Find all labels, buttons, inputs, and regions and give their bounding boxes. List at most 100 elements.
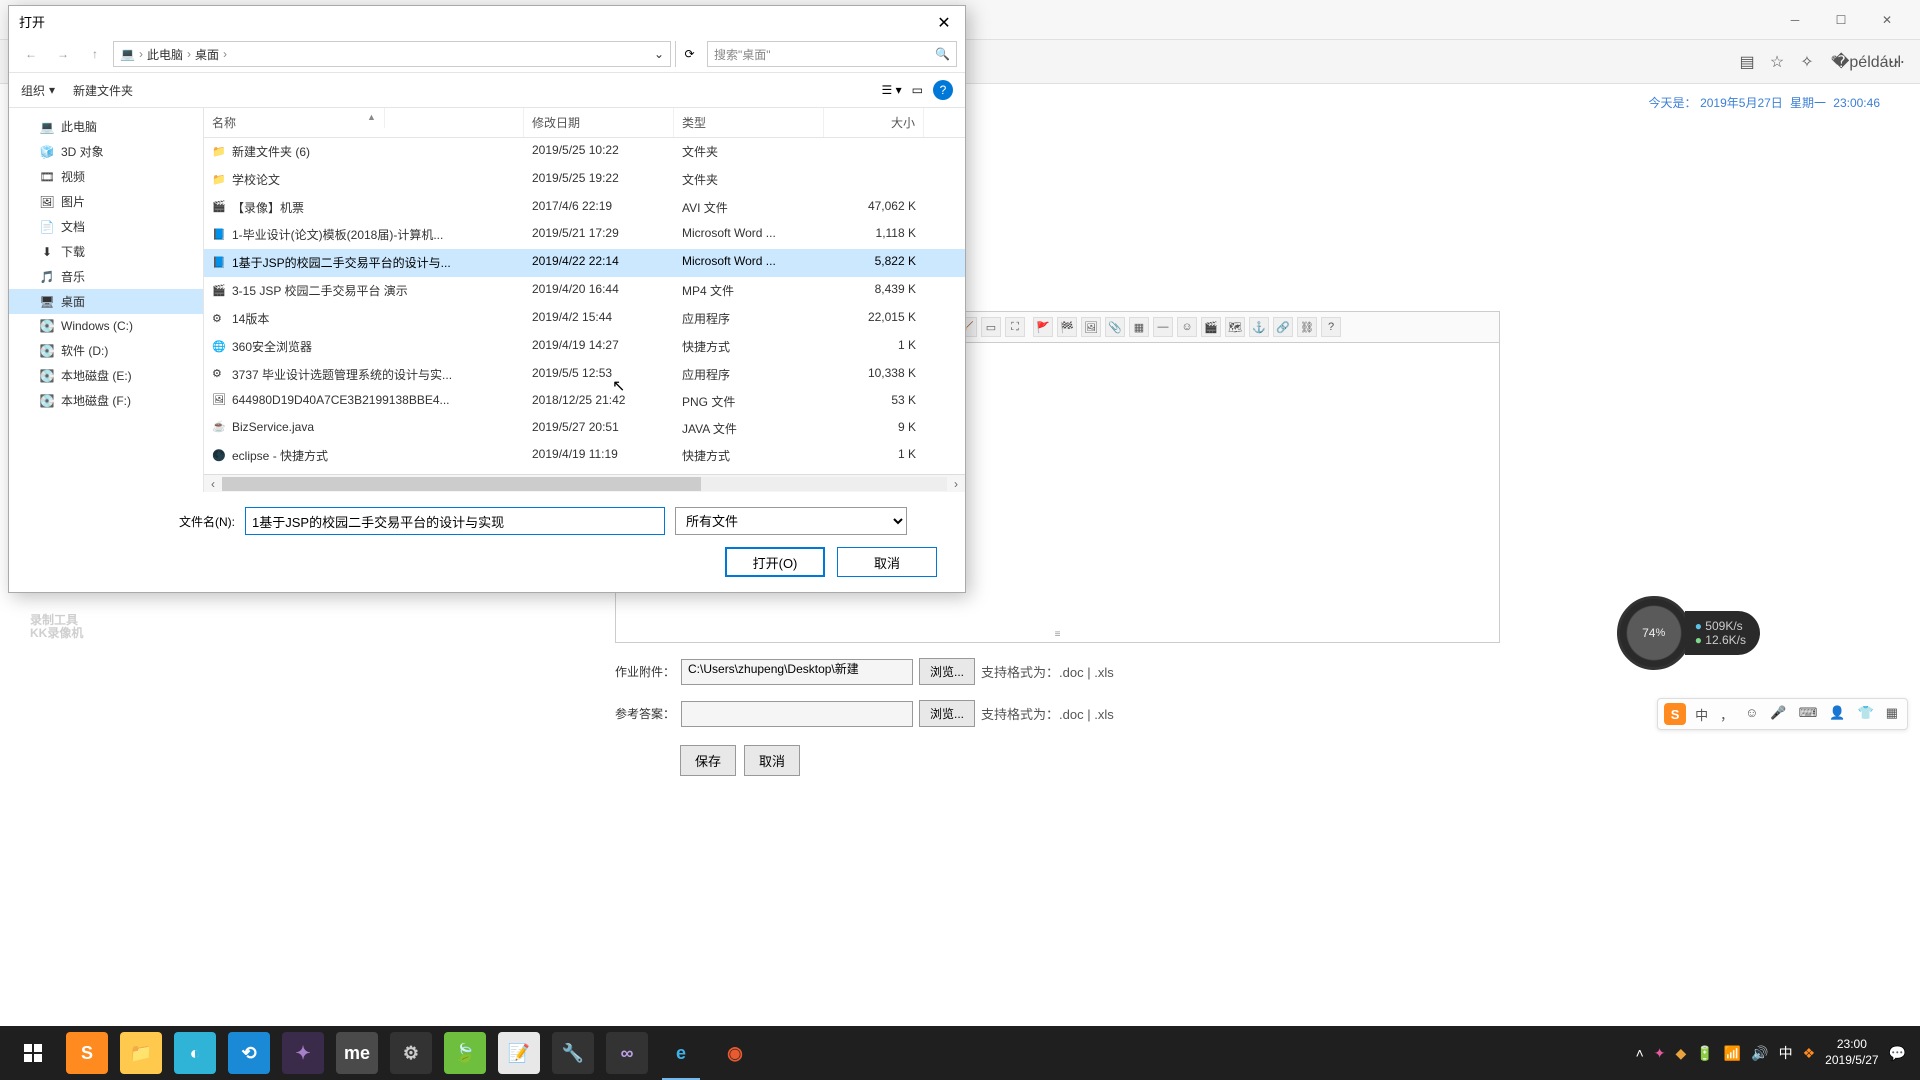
maximize-button[interactable]: ☐ [1818, 5, 1864, 35]
ed-help-icon[interactable]: ? [1321, 317, 1341, 337]
ed-map-icon[interactable]: 🗺 [1225, 317, 1245, 337]
minimize-button[interactable]: ─ [1772, 5, 1818, 35]
file-row[interactable]: ⚙3737 毕业设计选题管理系统的设计与实...2019/5/5 12:53应用… [204, 361, 965, 389]
favorite-icon[interactable]: ☆ [1766, 51, 1788, 73]
tray-app2-icon[interactable]: ◆ [1676, 1045, 1687, 1062]
share-icon[interactable]: �például [1856, 51, 1878, 73]
ed-anchor-icon[interactable]: ⚓ [1249, 317, 1269, 337]
tree-item[interactable]: 💽本地磁盘 (E:) [9, 363, 203, 388]
ed-media-icon[interactable]: 🎬 [1201, 317, 1221, 337]
tree-item[interactable]: 📄文档 [9, 214, 203, 239]
file-row[interactable]: 🌐360安全浏览器2019/4/19 14:27快捷方式1 K [204, 333, 965, 361]
tray-chevron-icon[interactable]: ˄ [1636, 1045, 1644, 1061]
answer-input[interactable] [681, 701, 913, 727]
search-input[interactable]: 搜索"桌面" 🔍 [707, 41, 957, 67]
file-list-header[interactable]: ▲ 名称 修改日期 类型 大小 [204, 108, 965, 138]
ed-unlink-icon[interactable]: ⛓ [1297, 317, 1317, 337]
view-list-icon[interactable]: ☰ ▾ [882, 83, 902, 97]
nav-back-button[interactable]: ← [17, 41, 45, 67]
tray-clock[interactable]: 23:00 2019/5/27 [1825, 1037, 1878, 1068]
ed-full-icon[interactable]: ⛶ [1005, 317, 1025, 337]
col-type[interactable]: 类型 [674, 108, 824, 137]
ime-item[interactable]: ， [1717, 705, 1736, 724]
ime-item[interactable]: 中 [1692, 705, 1711, 724]
ed-link-icon[interactable]: 🔗 [1273, 317, 1293, 337]
tray-notifications-icon[interactable]: 💬 [1889, 1045, 1906, 1062]
file-row[interactable]: 🎬3-15 JSP 校园二手交易平台 演示2019/4/20 16:44MP4 … [204, 277, 965, 305]
taskbar-app[interactable]: e [654, 1026, 708, 1080]
taskbar-app[interactable]: ⟲ [222, 1026, 276, 1080]
tray-wifi-icon[interactable]: 📶 [1724, 1045, 1741, 1062]
filename-input[interactable] [245, 507, 665, 535]
file-row[interactable]: 📘1基于JSP的校园二手交易平台的设计与...2019/4/22 22:14Mi… [204, 249, 965, 277]
answer-browse-button[interactable]: 浏览... [919, 700, 975, 727]
tree-item[interactable]: 🖼图片 [9, 189, 203, 214]
ime-item[interactable]: 🎤 [1767, 705, 1789, 724]
tray-volume-icon[interactable]: 🔊 [1751, 1045, 1768, 1062]
ed-hr-icon[interactable]: — [1153, 317, 1173, 337]
file-row[interactable]: 🖼644980D19D40A7CE3B2199138BBE4...2018/12… [204, 388, 965, 415]
ime-item[interactable]: ☺ [1742, 705, 1761, 724]
resize-handle-icon[interactable]: ≡ [1055, 629, 1061, 640]
start-button[interactable] [6, 1026, 60, 1080]
breadcrumb-loc[interactable]: 桌面 [195, 46, 219, 63]
tree-item[interactable]: ⬇下载 [9, 239, 203, 264]
reader-icon[interactable]: ▤ [1736, 51, 1758, 73]
tray-ime1-icon[interactable]: 中 [1779, 1043, 1793, 1063]
tree-item[interactable]: 💽本地磁盘 (F:) [9, 388, 203, 413]
tree-item[interactable]: 🎵音乐 [9, 264, 203, 289]
col-date[interactable]: 修改日期 [524, 108, 674, 137]
ime-logo-icon[interactable]: S [1664, 703, 1686, 725]
ime-item[interactable]: 👕 [1855, 705, 1877, 724]
ime-item[interactable]: ⌨ [1796, 705, 1821, 724]
ed-select-icon[interactable]: ▭ [981, 317, 1001, 337]
bookmark-icon[interactable]: ✧ [1796, 51, 1818, 73]
ed-flag-icon[interactable]: 🚩 [1033, 317, 1053, 337]
nav-forward-button[interactable]: → [49, 41, 77, 67]
tray-app1-icon[interactable]: ✦ [1654, 1045, 1666, 1062]
tree-item[interactable]: 💽软件 (D:) [9, 338, 203, 363]
taskbar-app[interactable]: S [60, 1026, 114, 1080]
file-row[interactable]: 🌑eclipse - 快捷方式2019/4/19 11:19快捷方式1 K [204, 442, 965, 470]
taskbar-app[interactable]: ◐ [168, 1026, 222, 1080]
address-bar[interactable]: 💻 › 此电脑 › 桌面 › ⌄ [113, 41, 671, 67]
open-button[interactable]: 打开(O) [725, 547, 825, 577]
breadcrumb-pc[interactable]: 此电脑 [147, 46, 183, 63]
taskbar-app[interactable]: 📁 [114, 1026, 168, 1080]
ime-item[interactable]: ▦ [1883, 705, 1901, 724]
refresh-button[interactable]: ⟳ [675, 41, 703, 67]
file-row[interactable]: ⚙14版本2019/4/2 15:44应用程序22,015 K [204, 305, 965, 333]
col-size[interactable]: 大小 [824, 108, 924, 137]
taskbar-app[interactable]: ✦ [276, 1026, 330, 1080]
tree-item[interactable]: 🖥桌面 [9, 289, 203, 314]
tray-ime2-icon[interactable]: ❖ [1803, 1045, 1816, 1062]
cancel-button[interactable]: 取消 [744, 745, 800, 776]
file-row[interactable]: 📁新建文件夹 (6)2019/5/25 10:22文件夹 [204, 138, 965, 166]
dialog-cancel-button[interactable]: 取消 [837, 547, 937, 577]
close-button[interactable]: ✕ [1864, 5, 1910, 35]
organize-button[interactable]: 组织 ▾ [21, 82, 55, 99]
taskbar-app[interactable]: ◉ [708, 1026, 762, 1080]
file-row[interactable]: 🎬【录像】机票2017/4/6 22:19AVI 文件47,062 K [204, 194, 965, 222]
tray-battery-icon[interactable]: 🔋 [1696, 1045, 1713, 1062]
file-row[interactable]: 📁学校论文2019/5/25 19:22文件夹 [204, 166, 965, 194]
tree-item[interactable]: 💽Windows (C:) [9, 314, 203, 338]
ed-attach-icon[interactable]: 📎 [1105, 317, 1125, 337]
help-icon[interactable]: ? [933, 80, 953, 100]
tree-item[interactable]: 🎞视频 [9, 164, 203, 189]
new-folder-button[interactable]: 新建文件夹 [73, 82, 133, 99]
folder-tree[interactable]: 💻此电脑🧊3D 对象🎞视频🖼图片📄文档⬇下载🎵音乐🖥桌面💽Windows (C:… [9, 108, 204, 492]
filter-select[interactable]: 所有文件 [675, 507, 907, 535]
taskbar-app[interactable]: 📝 [492, 1026, 546, 1080]
save-button[interactable]: 保存 [680, 745, 736, 776]
taskbar-app[interactable]: ∞ [600, 1026, 654, 1080]
tree-item[interactable]: 🧊3D 对象 [9, 139, 203, 164]
system-tray[interactable]: ˄ ✦ ◆ 🔋 📶 🔊 中 ❖ 23:00 2019/5/27 💬 [1636, 1037, 1914, 1068]
nav-up-button[interactable]: ↑ [81, 41, 109, 67]
taskbar-app[interactable]: 🔧 [546, 1026, 600, 1080]
ed-table-icon[interactable]: ▦ [1129, 317, 1149, 337]
taskbar-app[interactable]: ⚙ [384, 1026, 438, 1080]
netspeed-widget[interactable]: 74% 509K/s 12.6K/s [1617, 596, 1760, 670]
taskbar-app[interactable]: 🍃 [438, 1026, 492, 1080]
more-icon[interactable]: ⋯ [1886, 51, 1908, 73]
